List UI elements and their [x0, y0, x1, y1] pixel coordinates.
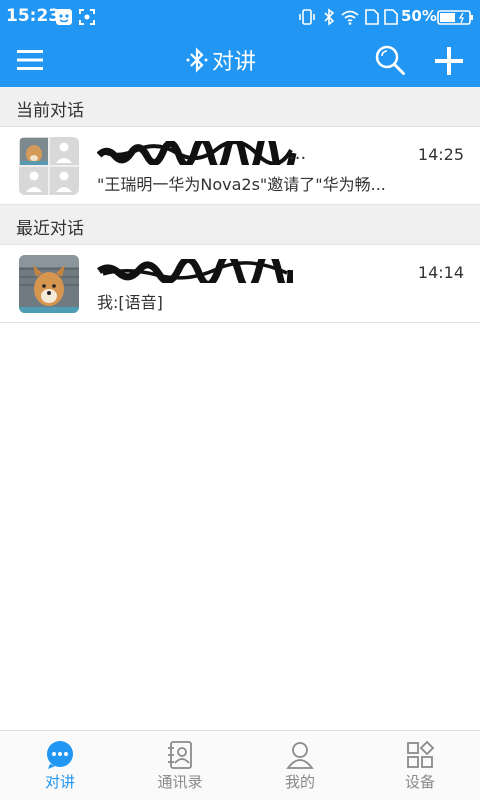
- redacted-name: [97, 259, 293, 283]
- add-icon[interactable]: [432, 44, 466, 78]
- redacted-name: [97, 141, 297, 165]
- conversation-row-recent[interactable]: 14:14 我:[语音]: [0, 245, 480, 323]
- section-header-recent: 最近对话: [0, 205, 480, 245]
- nav-label: 设备: [404, 773, 435, 791]
- name-ellipsis: ...: [289, 143, 307, 164]
- conversation-preview: "王瑞明一华为Nova2s"邀请了"华为畅...: [97, 175, 386, 194]
- section-header-current: 当前对话: [0, 87, 480, 127]
- bottom-nav: 对讲 通讯录 我的 设备: [0, 730, 480, 800]
- profile-icon: [286, 742, 314, 769]
- wifi-icon: [341, 10, 359, 25]
- battery-percent: 50%: [401, 7, 437, 25]
- bluetooth-icon: [186, 47, 208, 73]
- sim-icon: [365, 9, 379, 25]
- nav-label: 我的: [284, 773, 315, 791]
- status-bar: 15:23 50%: [0, 0, 480, 34]
- devices-icon: [407, 740, 435, 768]
- battery-icon: [437, 10, 473, 25]
- notification-icon: [56, 9, 72, 25]
- section-title: 最近对话: [16, 219, 84, 239]
- nav-item-profile[interactable]: 我的: [240, 731, 360, 800]
- nav-item-contacts[interactable]: 通讯录: [120, 731, 240, 800]
- conversation-name: ...: [97, 141, 407, 165]
- group-avatar: [19, 137, 79, 195]
- dog-avatar: [19, 255, 79, 313]
- conversation-preview: 我:[语音]: [97, 293, 163, 312]
- search-icon[interactable]: [374, 44, 406, 76]
- section-title: 当前对话: [16, 101, 84, 121]
- status-time: 15:23: [6, 6, 61, 26]
- sim2-icon: [384, 9, 398, 25]
- conversation-row-current[interactable]: ... 14:25 "王瑞明一华为Nova2s"邀请了"华为畅...: [0, 127, 480, 205]
- bluetooth-status-icon: [324, 8, 335, 26]
- nav-item-intercom[interactable]: 对讲: [0, 731, 120, 800]
- contacts-icon: [168, 741, 192, 769]
- screenshot-icon: [79, 9, 95, 25]
- app-header: 对讲: [0, 34, 480, 87]
- nav-label: 对讲: [44, 773, 75, 791]
- page-title: 对讲: [212, 50, 257, 75]
- nav-label: 通讯录: [157, 773, 203, 791]
- menu-icon[interactable]: [16, 46, 44, 74]
- conversation-time: 14:25: [417, 145, 464, 164]
- nav-item-devices[interactable]: 设备: [360, 731, 480, 800]
- vibrate-icon: [299, 9, 315, 25]
- header-title-group: 对讲: [186, 44, 256, 76]
- chat-icon: [47, 741, 73, 769]
- conversation-name: [97, 259, 407, 283]
- conversation-time: 14:14: [417, 263, 464, 282]
